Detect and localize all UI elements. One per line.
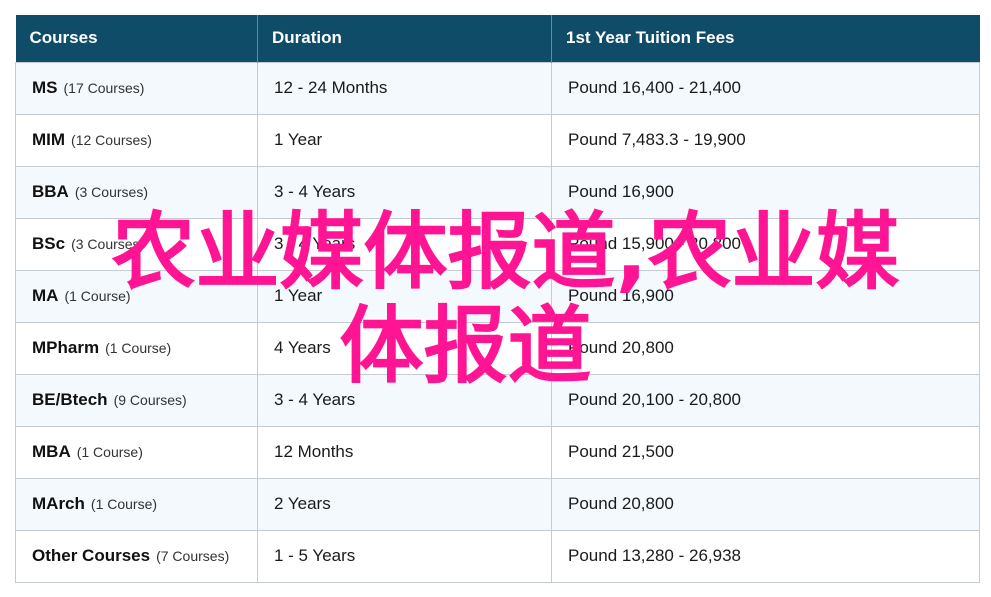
table-body: MS (17 Courses) 12 - 24 Months Pound 16,400… xyxy=(15,61,980,583)
fees-cell: Pound 21,500 xyxy=(551,425,980,478)
course-name: BBA xyxy=(32,182,69,201)
course-cell: BE/Btech (9 Courses) xyxy=(15,373,258,426)
duration-cell: 12 - 24 Months xyxy=(257,61,552,114)
table-row: BBA (3 Courses) 3 - 4 Years Pound 16,900 xyxy=(15,165,980,218)
table-row: MA (1 Course) 1 Year Pound 16,900 xyxy=(15,269,980,322)
duration-cell: 2 Years xyxy=(257,477,552,530)
fees-cell: Pound 16,400 - 21,400 xyxy=(551,61,980,114)
course-cell: Other Courses (7 Courses) xyxy=(15,529,258,583)
course-cell: MArch (1 Course) xyxy=(15,477,258,530)
course-name: MPharm xyxy=(32,338,100,357)
duration-cell: 4 Years xyxy=(257,321,552,374)
course-count: (12 Courses) xyxy=(71,132,152,148)
course-cell: MA (1 Course) xyxy=(15,269,258,322)
course-count: (3 Courses) xyxy=(74,184,148,200)
course-count: (17 Courses) xyxy=(63,80,145,96)
course-cell: BBA (3 Courses) xyxy=(15,165,258,218)
fees-cell: Pound 7,483.3 - 19,900 xyxy=(551,113,980,166)
duration-cell: 1 Year xyxy=(257,113,552,166)
course-cell: BSc (3 Courses) xyxy=(15,217,258,270)
course-name: MA xyxy=(32,286,59,305)
course-cell: MBA (1 Course) xyxy=(15,425,258,478)
tuition-fees-table: Courses Duration 1st Year Tuition Fees M… xyxy=(15,15,980,583)
course-cell: MIM (12 Courses) xyxy=(15,113,258,166)
table-header: Courses Duration 1st Year Tuition Fees xyxy=(15,15,980,62)
table-row: MIM (12 Courses) 1 Year Pound 7,483.3 - 19,… xyxy=(15,113,980,166)
table-row: BSc (3 Courses) 3 - 4 Years Pound 15,900 - … xyxy=(15,217,980,270)
course-name: MS xyxy=(32,78,58,97)
course-count: (1 Course) xyxy=(76,444,143,460)
course-name: BSc xyxy=(32,234,66,253)
fees-cell: Pound 15,900 - 20,800 xyxy=(551,217,980,270)
fees-cell: Pound 13,280 - 26,938 xyxy=(551,529,980,583)
course-count: (7 Courses) xyxy=(156,548,230,564)
table-row: BE/Btech (9 Courses) 3 - 4 Years Pound 20,1… xyxy=(15,373,980,426)
course-count: (3 Courses) xyxy=(71,236,145,252)
course-name: MBA xyxy=(32,442,71,461)
course-cell: MS (17 Courses) xyxy=(15,61,258,114)
fees-cell: Pound 16,900 xyxy=(551,269,980,322)
fees-cell: Pound 20,100 - 20,800 xyxy=(551,373,980,426)
duration-cell: 12 Months xyxy=(257,425,552,478)
course-name: MIM xyxy=(32,130,66,149)
course-name: Other Courses xyxy=(32,546,151,565)
course-name: BE/Btech xyxy=(32,390,108,409)
table-row: MBA (1 Course) 12 Months Pound 21,500 xyxy=(15,425,980,478)
duration-cell: 3 - 4 Years xyxy=(257,217,552,270)
duration-cell: 3 - 4 Years xyxy=(257,165,552,218)
fees-cell: Pound 20,800 xyxy=(551,321,980,374)
duration-cell: 3 - 4 Years xyxy=(257,373,552,426)
header-courses: Courses xyxy=(15,15,258,62)
course-count: (9 Courses) xyxy=(113,392,187,408)
fees-cell: Pound 16,900 xyxy=(551,165,980,218)
header-tuition-fees: 1st Year Tuition Fees xyxy=(551,15,980,62)
table-row: MPharm (1 Course) 4 Years Pound 20,800 xyxy=(15,321,980,374)
table-row: MArch (1 Course) 2 Years Pound 20,800 xyxy=(15,477,980,530)
duration-cell: 1 Year xyxy=(257,269,552,322)
course-count: (1 Course) xyxy=(90,496,158,512)
course-count: (1 Course) xyxy=(105,340,172,356)
duration-cell: 1 - 5 Years xyxy=(257,529,552,583)
table-header-row: Courses Duration 1st Year Tuition Fees xyxy=(15,15,980,62)
table-row: MS (17 Courses) 12 - 24 Months Pound 16,400… xyxy=(15,61,980,114)
course-name: MArch xyxy=(32,494,85,513)
fees-cell: Pound 20,800 xyxy=(551,477,980,530)
course-count: (1 Course) xyxy=(64,288,131,304)
course-cell: MPharm (1 Course) xyxy=(15,321,258,374)
table-row: Other Courses (7 Courses) 1 - 5 Years Pound… xyxy=(15,529,980,583)
header-duration: Duration xyxy=(257,15,552,62)
